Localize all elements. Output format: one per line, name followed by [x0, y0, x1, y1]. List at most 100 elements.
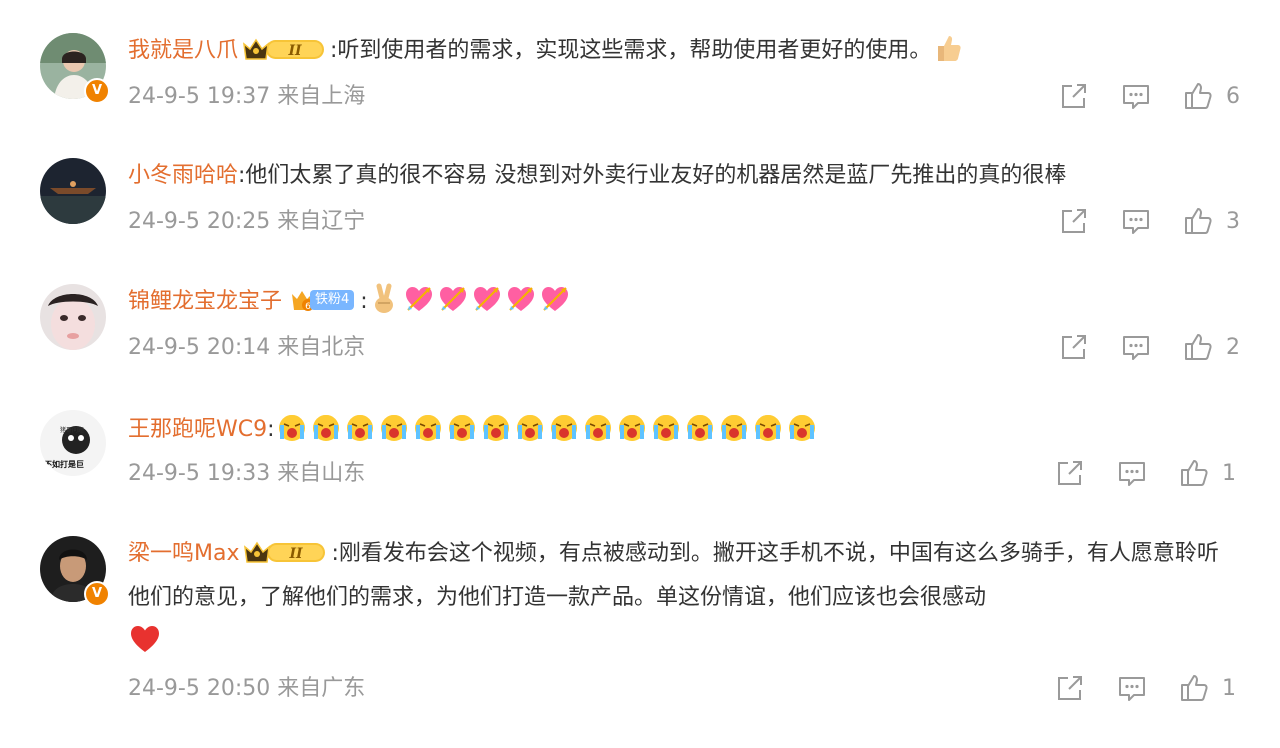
like-count: 2 [1226, 334, 1240, 360]
verified-badge-icon: V [84, 581, 110, 607]
comment-actions: 1 [1054, 456, 1236, 490]
comment-time: 24-9-5 19:33 [128, 461, 271, 486]
comment-item: 小冬雨哈哈:他们太累了真的很不容易 没想到对外卖行业友好的机器居然是蓝厂先推出的… [0, 125, 1280, 250]
crying-face-emoji-icon [616, 411, 648, 443]
reply-button[interactable] [1116, 457, 1148, 489]
like-count: 3 [1226, 208, 1240, 234]
comment-body: 锦鲤龙宝龙宝子 6 铁粉4: [128, 280, 1240, 324]
crying-face-emoji-icon [514, 411, 546, 443]
comment-time: 24-9-5 20:14 [128, 335, 271, 360]
comment-item: 锦鲤龙宝龙宝子 6 铁粉4: 24-9-5 20:14 来自北京 2 [0, 251, 1280, 376]
like-button[interactable]: 1 [1178, 672, 1236, 704]
verified-badge-icon: V [84, 78, 110, 104]
red-heart-emoji-icon [129, 623, 161, 655]
like-count: 6 [1226, 83, 1240, 109]
crying-face-emoji-icon [752, 411, 784, 443]
heart-arrow-emoji-icon [437, 283, 469, 315]
comment-body: 我就是八爪 :听到使用者的需求，实现这些需求，帮助使用者更好的使用。 [128, 29, 1240, 73]
comment-meta: 24-9-5 20:14 来自北京 [128, 333, 365, 363]
fan-badge-label: 铁粉4 [310, 290, 355, 310]
comment-location: 来自上海 [277, 84, 366, 109]
share-icon [1058, 331, 1090, 363]
comment-location: 来自山东 [277, 461, 366, 486]
share-button[interactable] [1054, 672, 1086, 704]
thumbs-up-icon [1178, 672, 1210, 704]
comment-location: 来自辽宁 [277, 209, 366, 234]
like-button[interactable]: 2 [1182, 331, 1240, 363]
comment-actions: 2 [1058, 330, 1240, 364]
like-button[interactable]: 6 [1182, 80, 1240, 112]
victory-hand-emoji-icon [369, 283, 401, 315]
reply-button[interactable] [1120, 205, 1152, 237]
reply-button[interactable] [1116, 672, 1148, 704]
like-count: 1 [1222, 675, 1236, 701]
reply-button[interactable] [1120, 80, 1152, 112]
avatar-caption-top: 猪哥问题 [60, 426, 84, 434]
avatar-caption-bottom: 不如打是巨 [44, 459, 84, 469]
crying-face-emoji-icon [650, 411, 682, 443]
comment-meta: 24-9-5 19:37 来自上海 [128, 82, 365, 112]
username[interactable]: 锦鲤龙宝龙宝子 [128, 289, 282, 314]
crying-face-emoji-icon [344, 411, 376, 443]
username[interactable]: 我就是八爪 [128, 38, 238, 63]
like-button[interactable]: 1 [1178, 457, 1236, 489]
heart-arrow-emoji-icon [539, 283, 571, 315]
reply-button[interactable] [1120, 331, 1152, 363]
crying-face-emoji-icon [480, 411, 512, 443]
comment-text: :听到使用者的需求，实现这些需求，帮助使用者更好的使用。 [330, 38, 932, 63]
crying-face-emoji-icon [786, 411, 818, 443]
thumbs-up-emoji-icon [932, 32, 964, 64]
username[interactable]: 梁一鸣Max [128, 541, 239, 566]
crying-face-emoji-icon [548, 411, 580, 443]
crying-face-emoji-icon [310, 411, 342, 443]
comment-time: 24-9-5 20:50 [128, 676, 271, 701]
fan-badge[interactable]: 6 铁粉4 [290, 288, 355, 312]
username[interactable]: 小冬雨哈哈 [128, 163, 238, 188]
comment-actions: 3 [1058, 204, 1240, 238]
comment-text: : [360, 289, 368, 314]
share-icon [1054, 672, 1086, 704]
comment-item: V 梁一鸣Max:刚看发布会这个视频，有点被感动到。撇开这手机不说，中国有这么多… [0, 503, 1280, 748]
username[interactable]: 王那跑呢WC9 [128, 417, 267, 442]
share-button[interactable] [1054, 457, 1086, 489]
comment-item: V 我就是八爪 :听到使用者的需求，实现这些需求，帮助使用者更好的使用。 24-9… [0, 0, 1280, 125]
comment-body: 王那跑呢WC9: [128, 408, 1240, 452]
comment-body: 小冬雨哈哈:他们太累了真的很不容易 没想到对外卖行业友好的机器居然是蓝厂先推出的… [128, 154, 1240, 198]
crying-face-emoji-icon [378, 411, 410, 443]
thumbs-up-icon [1178, 457, 1210, 489]
heart-arrow-emoji-icon [403, 283, 435, 315]
share-button[interactable] [1058, 331, 1090, 363]
share-button[interactable] [1058, 205, 1090, 237]
comment-icon [1116, 457, 1148, 489]
comment-icon [1120, 80, 1152, 112]
thumbs-up-icon [1182, 205, 1214, 237]
share-button[interactable] [1058, 80, 1090, 112]
emoji-row [275, 417, 819, 442]
crying-face-emoji-icon [718, 411, 750, 443]
avatar[interactable] [40, 158, 106, 224]
crown-badge-icon[interactable] [243, 539, 327, 565]
comment-actions: 1 [1054, 671, 1236, 705]
comment-time: 24-9-5 19:37 [128, 84, 271, 109]
thumbs-up-icon [1182, 80, 1214, 112]
like-button[interactable]: 3 [1182, 205, 1240, 237]
share-icon [1058, 205, 1090, 237]
comment-location: 来自广东 [277, 676, 366, 701]
comment-time: 24-9-5 20:25 [128, 209, 271, 234]
comment-meta: 24-9-5 20:25 来自辽宁 [128, 207, 365, 237]
comment-meta: 24-9-5 19:33 来自山东 [128, 459, 365, 489]
emoji-row [368, 289, 572, 314]
heart-arrow-emoji-icon [505, 283, 537, 315]
comment-icon [1116, 672, 1148, 704]
crown-badge-icon[interactable] [242, 36, 326, 62]
crying-face-emoji-icon [276, 411, 308, 443]
heart-arrow-emoji-icon [471, 283, 503, 315]
like-count: 1 [1222, 460, 1236, 486]
avatar[interactable]: 猪哥问题 不如打是巨 [40, 410, 106, 476]
comment-icon [1120, 205, 1152, 237]
crying-face-emoji-icon [684, 411, 716, 443]
comment-actions: 6 [1058, 79, 1240, 113]
comment-item: 猪哥问题 不如打是巨 王那跑呢WC9: 24-9-5 19:33 来自山东 1 [0, 377, 1280, 503]
avatar[interactable] [40, 284, 106, 350]
comment-icon [1120, 331, 1152, 363]
